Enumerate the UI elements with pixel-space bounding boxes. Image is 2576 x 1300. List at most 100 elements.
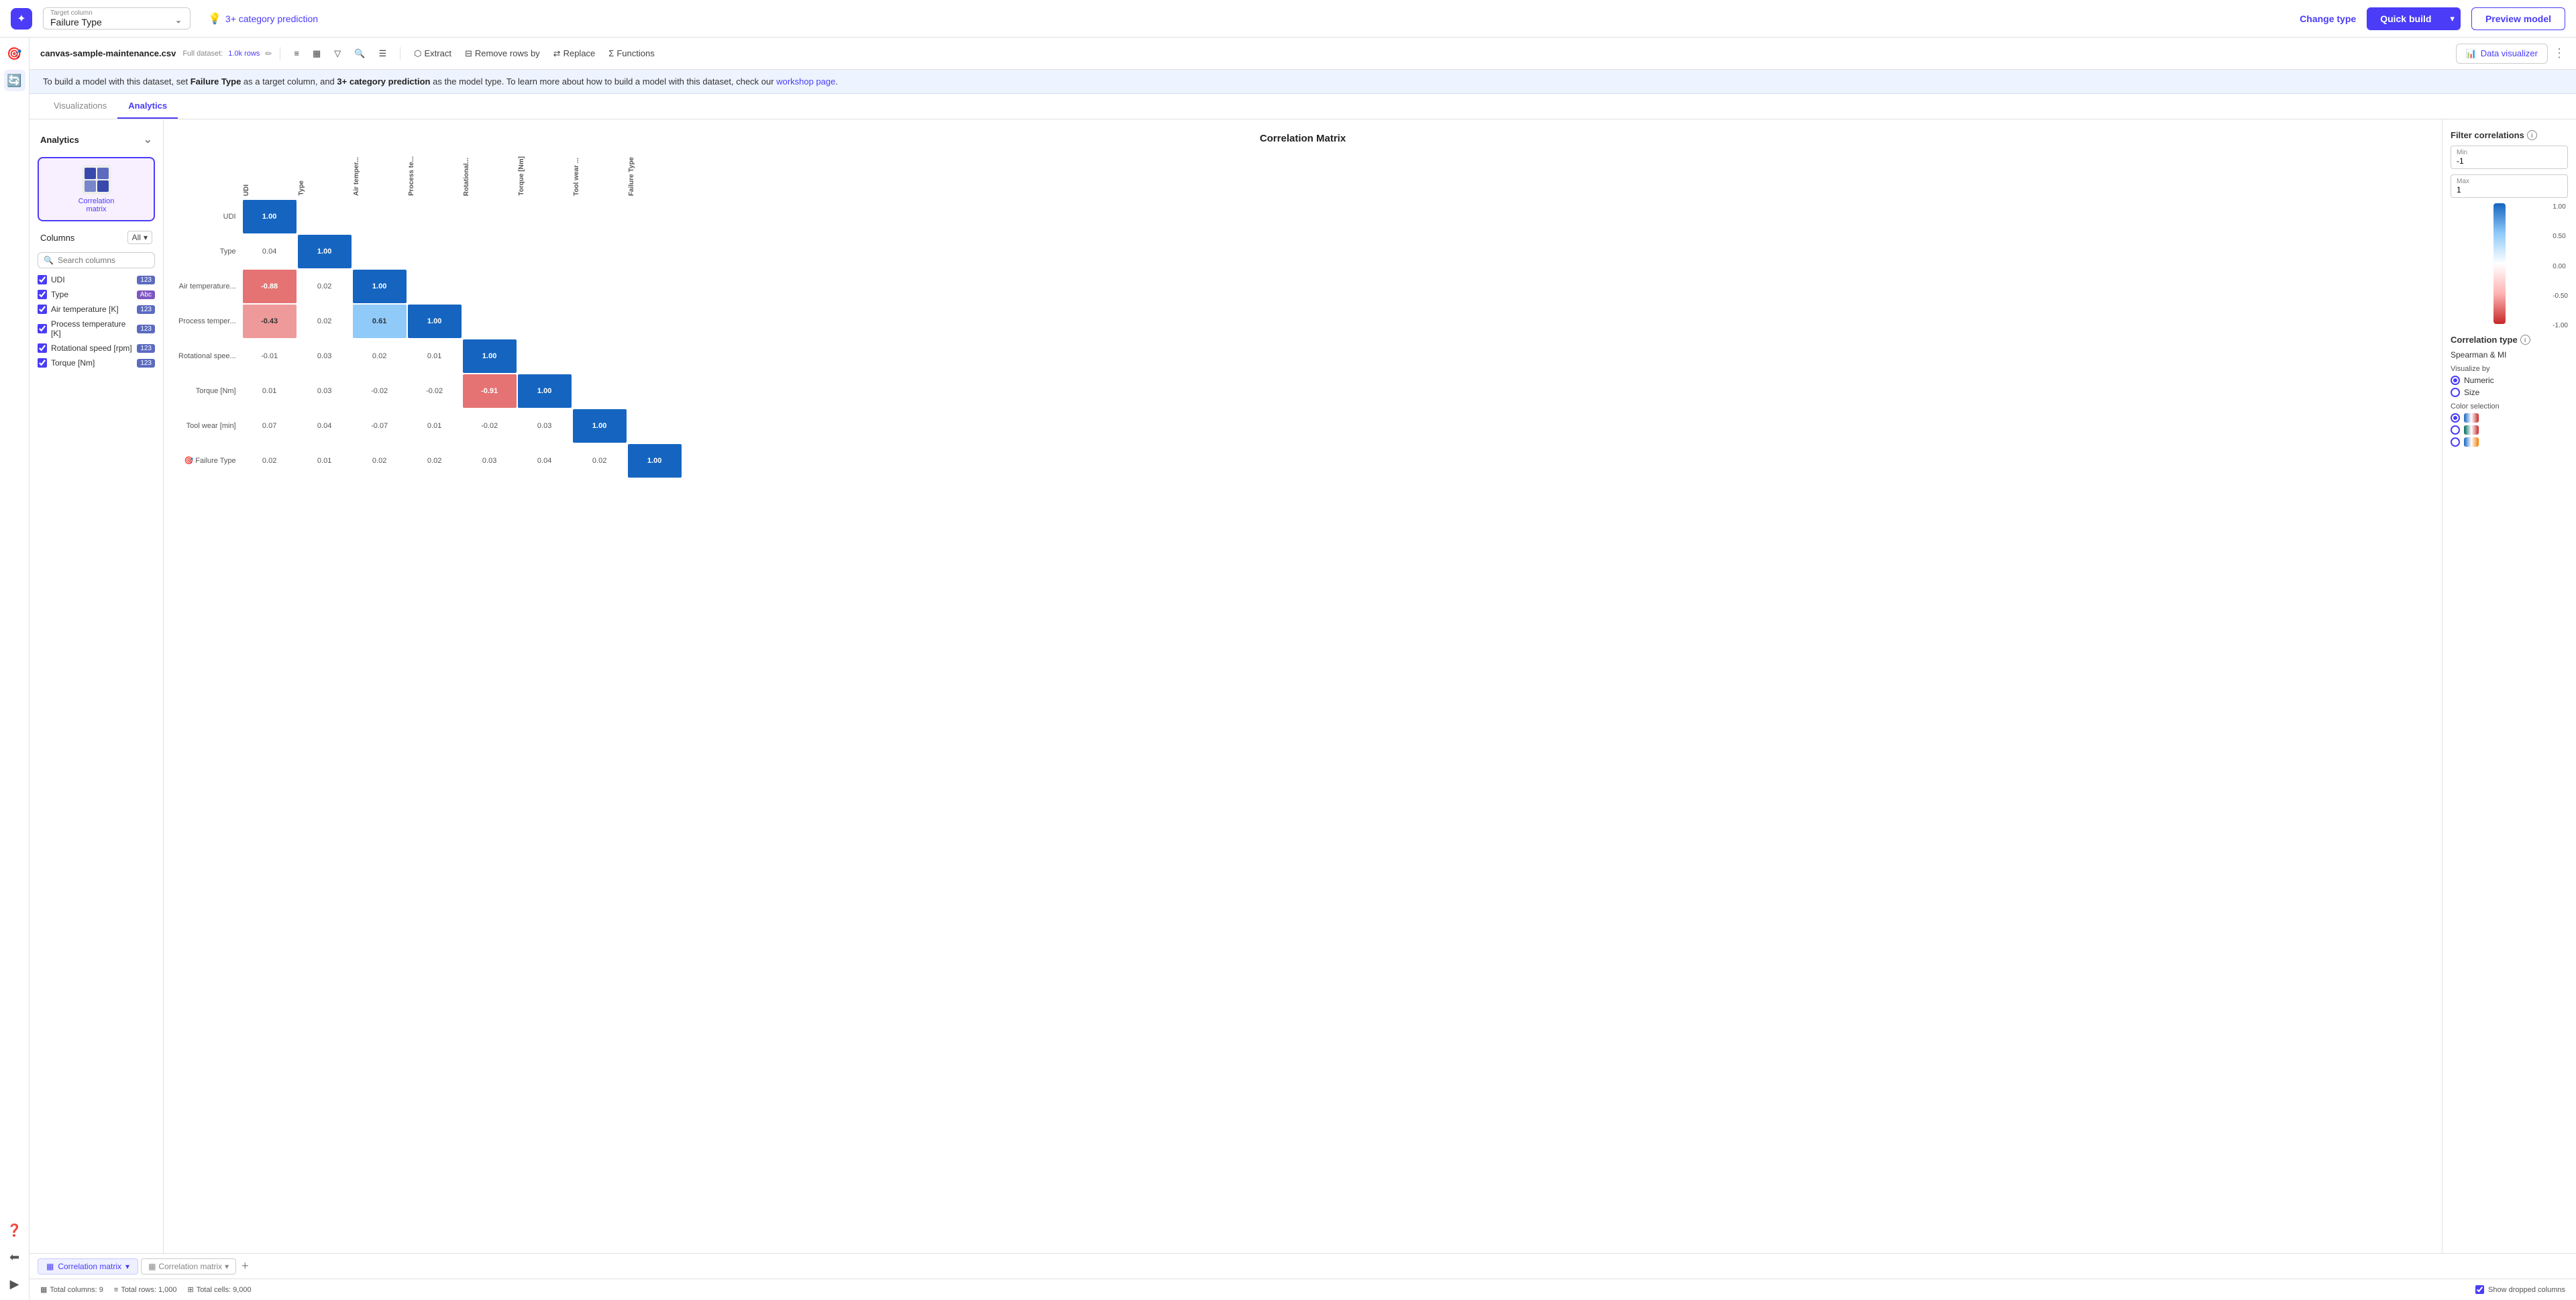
color-radio-1[interactable]: [2451, 413, 2460, 423]
replace-button[interactable]: ⇄ Replace: [548, 46, 601, 62]
matrix-cell: [463, 235, 517, 268]
workshop-page-link[interactable]: workshop page: [776, 76, 835, 87]
more-options-icon[interactable]: ⋮: [2553, 46, 2565, 60]
column-checkbox[interactable]: [38, 290, 47, 299]
matrix-cell: [463, 305, 517, 338]
column-checkbox[interactable]: [38, 305, 47, 314]
matrix-col-header: Rotational...: [463, 156, 517, 199]
visualize-numeric-option[interactable]: Numeric: [2451, 376, 2568, 385]
matrix-row-label: Type: [178, 235, 241, 268]
matrix-cell: [298, 200, 352, 233]
matrix-row: UDI1.00: [178, 200, 682, 233]
column-type-badge: 123: [137, 305, 155, 314]
edit-icon[interactable]: ✏: [265, 49, 272, 58]
left-nav: 🎯 🔄 ❓ ⬅ ▶: [0, 38, 30, 1300]
matrix-col-header: Torque [Nm]: [518, 156, 572, 199]
search-columns-input[interactable]: [58, 256, 149, 265]
matrix-cell: 0.03: [298, 374, 352, 408]
cells-icon: ⊞: [187, 1285, 193, 1294]
visualize-size-option[interactable]: Size: [2451, 388, 2568, 397]
target-column-selector[interactable]: Target column Failure Type: [43, 7, 191, 30]
grid-view-button[interactable]: ▦: [307, 46, 326, 62]
bottom-tab-dropdown[interactable]: ▾: [125, 1262, 129, 1271]
nav-icon-expand[interactable]: ▶: [4, 1273, 25, 1295]
max-field[interactable]: Max: [2451, 174, 2568, 198]
min-input[interactable]: [2457, 156, 2562, 166]
matrix-cell: 0.02: [573, 444, 627, 478]
matrix-cell: 1.00: [408, 305, 462, 338]
preview-model-button[interactable]: Preview model: [2471, 7, 2565, 30]
max-input[interactable]: [2457, 185, 2562, 195]
change-type-button[interactable]: Change type: [2300, 13, 2356, 24]
matrix-cell: [518, 200, 572, 233]
correlation-matrix-card[interactable]: Correlationmatrix: [38, 157, 155, 221]
nav-icon-data[interactable]: 🔄: [4, 70, 25, 91]
quick-build-dropdown[interactable]: ▾: [2445, 7, 2461, 30]
bottom-tab-label: Correlation matrix: [58, 1262, 121, 1271]
column-name: UDI: [51, 275, 133, 284]
nav-icon-target[interactable]: 🎯: [4, 43, 25, 64]
tab-visualizations[interactable]: Visualizations: [43, 94, 117, 119]
filter-info-icon[interactable]: i: [2527, 130, 2537, 140]
select-chevron-icon: ▾: [144, 233, 148, 242]
bottom-tab-secondary-dropdown[interactable]: ▾: [225, 1262, 229, 1271]
tab-analytics[interactable]: Analytics: [117, 94, 178, 119]
columns-label: Columns: [40, 233, 74, 243]
matrix-cell: 0.03: [518, 409, 572, 443]
extract-button[interactable]: ⬡ Extract: [409, 46, 457, 62]
matrix-col-header: Tool wear ...: [573, 156, 627, 199]
nav-icon-help[interactable]: ❓: [4, 1220, 25, 1241]
column-checkbox[interactable]: [38, 358, 47, 368]
show-dropped-wrap[interactable]: Show dropped columns: [2475, 1285, 2565, 1294]
matrix-cell: 0.04: [243, 235, 297, 268]
columns-filter-select[interactable]: All ▾: [127, 231, 152, 244]
matrix-cell: 0.01: [408, 409, 462, 443]
filter-correlations-title: Filter correlations i: [2451, 130, 2568, 140]
columns-row: Columns All ▾: [30, 227, 163, 248]
search-button[interactable]: 🔍: [349, 46, 370, 62]
corr-type-info-icon[interactable]: i: [2520, 335, 2530, 345]
column-checkbox[interactable]: [38, 275, 47, 284]
bottom-tab-corr-matrix[interactable]: ▦ Correlation matrix ▾: [38, 1258, 138, 1275]
nav-icon-export[interactable]: ⬅: [4, 1246, 25, 1268]
matrix-cell: [628, 235, 682, 268]
target-column-value[interactable]: Failure Type: [50, 17, 183, 28]
rows-count[interactable]: 1.0k rows: [228, 50, 260, 58]
filter-button[interactable]: ▽: [329, 46, 346, 62]
matrix-row: Rotational spee...-0.010.030.020.011.00: [178, 339, 682, 373]
analytics-section-header[interactable]: Analytics ⌄: [30, 127, 163, 152]
color-option-1[interactable]: [2451, 413, 2568, 423]
chevron-down-icon: [174, 17, 183, 27]
matrix-cell: 0.02: [353, 339, 407, 373]
bottom-tab-secondary[interactable]: ▦ Correlation matrix ▾: [141, 1258, 236, 1275]
matrix-chart-title: Correlation Matrix: [177, 133, 2428, 144]
matrix-cell: 0.02: [353, 444, 407, 478]
remove-rows-button[interactable]: ⊟ Remove rows by: [460, 46, 545, 62]
column-checkbox[interactable]: [38, 324, 47, 333]
size-radio[interactable]: [2451, 388, 2460, 397]
functions-button[interactable]: Σ Functions: [603, 46, 659, 61]
matrix-row-label: UDI: [178, 200, 241, 233]
data-visualizer-button[interactable]: 📊 Data visualizer: [2456, 44, 2548, 64]
quick-build-button[interactable]: Quick build: [2367, 7, 2445, 30]
show-dropped-checkbox[interactable]: [2475, 1285, 2484, 1294]
search-columns-field[interactable]: 🔍: [38, 252, 155, 268]
column-type-badge: 123: [137, 276, 155, 284]
matrix-cell: -0.07: [353, 409, 407, 443]
matrix-cell: 0.01: [298, 444, 352, 478]
right-panel: Filter correlations i Min Max 1: [2442, 119, 2576, 1253]
matrix-content-area: Correlation Matrix UDITypeAir temper...P…: [164, 119, 2442, 1253]
column-checkbox[interactable]: [38, 343, 47, 353]
list-columns-button[interactable]: ☰: [373, 46, 392, 62]
color-option-2[interactable]: [2451, 425, 2568, 435]
color-radio-3[interactable]: [2451, 437, 2460, 447]
color-radio-2[interactable]: [2451, 425, 2460, 435]
color-option-3[interactable]: [2451, 437, 2568, 447]
matrix-cell: [408, 200, 462, 233]
column-item: Air temperature [K]123: [30, 302, 163, 317]
add-tab-button[interactable]: +: [241, 1259, 249, 1273]
min-field[interactable]: Min: [2451, 146, 2568, 169]
color-chip-1: [2464, 413, 2479, 423]
list-view-button[interactable]: ≡: [288, 46, 305, 61]
numeric-radio[interactable]: [2451, 376, 2460, 385]
